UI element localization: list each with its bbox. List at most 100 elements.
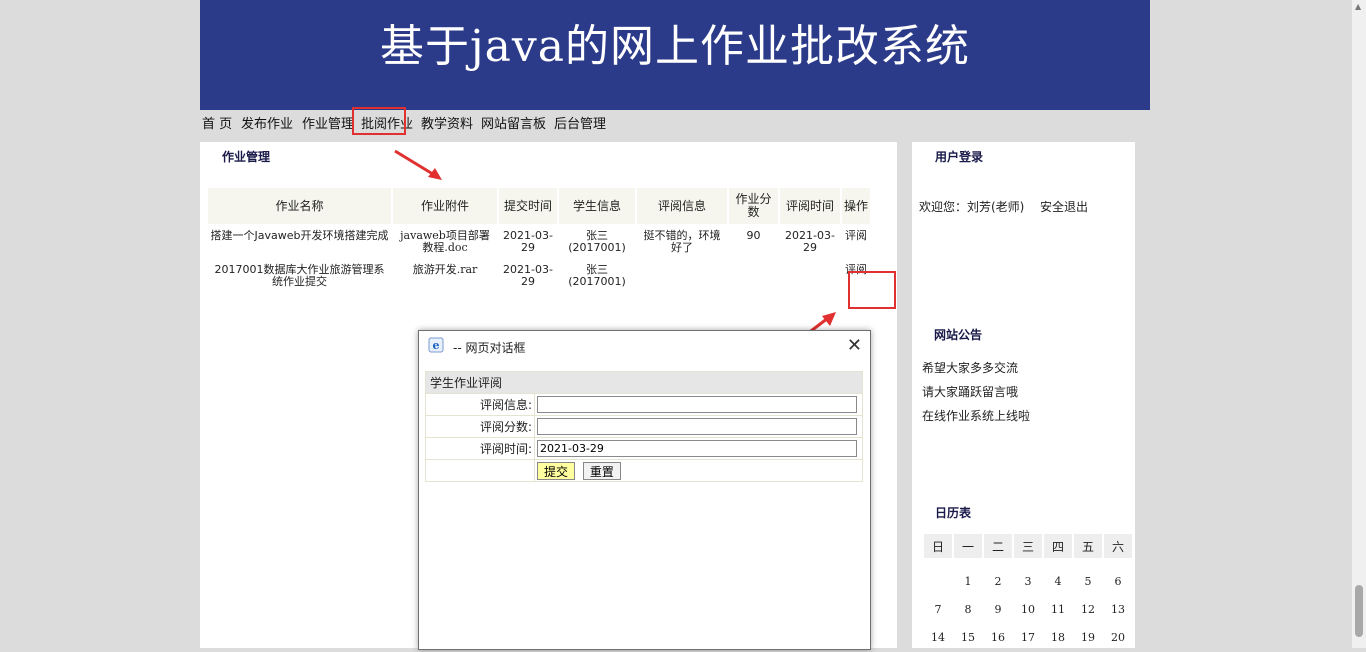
cell-name: 搭建一个Javaweb开发环境搭建完成 bbox=[210, 229, 389, 242]
review-time-input[interactable] bbox=[537, 440, 857, 457]
calendar-day: 9 bbox=[994, 602, 1002, 616]
cell-review-time: 2021-03-29 bbox=[785, 229, 835, 254]
cell-score bbox=[729, 260, 778, 292]
col-header-submit-time: 提交时间 bbox=[499, 188, 557, 224]
calendar-day: 12 bbox=[1081, 602, 1095, 616]
calendar-day: 18 bbox=[1051, 630, 1065, 644]
score-label: 评阅分数: bbox=[425, 415, 535, 438]
cell-student: 张三(2017001) bbox=[568, 263, 626, 288]
calendar-day: 17 bbox=[1021, 630, 1035, 644]
calendar-day: 11 bbox=[1051, 602, 1065, 616]
calendar-week-row: 14 15 16 17 18 19 20 bbox=[924, 624, 1132, 650]
notice-item[interactable]: 在线作业系统上线啦 bbox=[922, 407, 1030, 424]
col-header-attachment: 作业附件 bbox=[393, 188, 497, 224]
notice-item[interactable]: 希望大家多多交流 bbox=[922, 359, 1018, 376]
review-action-link[interactable]: 评阅 bbox=[842, 226, 870, 258]
calendar-day: 14 bbox=[931, 630, 945, 644]
weekday-label: 一 bbox=[954, 534, 982, 558]
col-header-student: 学生信息 bbox=[559, 188, 635, 224]
svg-text:e: e bbox=[433, 339, 440, 352]
notice-title: 网站公告 bbox=[934, 328, 983, 342]
calendar-day: 6 bbox=[1114, 574, 1122, 588]
calendar: 日 一 二 三 四 五 六 1 2 3 4 5 6 7 8 9 10 11 12… bbox=[922, 532, 1134, 652]
cell-submit-time: 2021-03-29 bbox=[503, 229, 553, 254]
calendar-day: 13 bbox=[1111, 602, 1125, 616]
notice-item[interactable]: 请大家踊跃留言哦 bbox=[922, 383, 1018, 400]
reset-button[interactable]: 重置 bbox=[582, 461, 621, 480]
review-info-input[interactable] bbox=[537, 396, 857, 413]
calendar-day: 20 bbox=[1111, 630, 1125, 644]
logout-link[interactable]: 安全退出 bbox=[1040, 198, 1088, 215]
nav-highlight-box bbox=[352, 107, 406, 135]
cell-submit-time: 2021-03-29 bbox=[503, 263, 553, 288]
main-nav: 首 页 发布作业 作业管理 批阅作业 教学资料 网站留言板 后台管理 bbox=[200, 107, 1150, 136]
col-header-review-time: 评阅时间 bbox=[780, 188, 840, 224]
cell-review-time bbox=[780, 260, 840, 292]
section-title-manage: 作业管理 bbox=[222, 150, 271, 164]
calendar-day: 19 bbox=[1081, 630, 1095, 644]
form-spacer bbox=[425, 459, 535, 482]
calendar-day: 1 bbox=[964, 574, 972, 588]
browser-icon: e bbox=[428, 337, 444, 353]
table-header-row: 作业名称 作业附件 提交时间 学生信息 评阅信息 作业分数 评阅时间 操作 bbox=[208, 188, 870, 224]
score-input[interactable] bbox=[537, 418, 857, 435]
close-icon[interactable]: ✕ bbox=[847, 335, 862, 356]
calendar-day: 7 bbox=[934, 602, 942, 616]
nav-item-home[interactable]: 首 页 bbox=[202, 114, 232, 136]
cell-review-info bbox=[637, 260, 727, 292]
submit-button[interactable]: 提交 bbox=[537, 461, 576, 480]
dialog-title: -- 网页对话框 bbox=[453, 341, 526, 355]
page-scrollbar[interactable]: ▲ bbox=[1352, 0, 1366, 648]
weekday-label: 二 bbox=[984, 534, 1012, 558]
scrollbar-thumb[interactable] bbox=[1355, 585, 1363, 637]
calendar-day: 3 bbox=[1024, 574, 1032, 588]
col-header-name: 作业名称 bbox=[208, 188, 391, 224]
cell-score: 90 bbox=[746, 229, 761, 242]
calendar-day: 15 bbox=[961, 630, 975, 644]
calendar-day: 5 bbox=[1084, 574, 1092, 588]
arrow-annotation-icon bbox=[394, 149, 442, 180]
site-banner: 基于java的网上作业批改系统 bbox=[200, 0, 1150, 110]
calendar-week-row: 7 8 9 10 11 12 13 bbox=[924, 596, 1132, 622]
calendar-day: 16 bbox=[991, 630, 1005, 644]
cell-name: 2017001数据库大作业旅游管理系统作业提交 bbox=[214, 263, 385, 288]
review-form: 学生作业评阅 评阅信息: 评阅分数: 评阅时间: 提交 重置 bbox=[425, 371, 863, 482]
review-dialog: e -- 网页对话框 ✕ 学生作业评阅 评阅信息: 评阅分数: 评阅时间: 提交… bbox=[418, 330, 871, 650]
homework-table: 作业名称 作业附件 提交时间 学生信息 评阅信息 作业分数 评阅时间 操作 搭建… bbox=[206, 186, 872, 294]
col-header-review-info: 评阅信息 bbox=[637, 188, 727, 224]
calendar-week-row: 1 2 3 4 5 6 bbox=[924, 568, 1132, 594]
welcome-text: 欢迎您：刘芳(老师) bbox=[919, 200, 1025, 214]
nav-item-publish[interactable]: 发布作业 bbox=[241, 114, 293, 136]
attachment-link[interactable]: 旅游开发.rar bbox=[393, 260, 497, 292]
dialog-titlebar[interactable]: e -- 网页对话框 ✕ bbox=[419, 331, 870, 361]
calendar-day bbox=[924, 568, 952, 594]
attachment-link[interactable]: javaweb项目部署教程.doc bbox=[393, 226, 497, 258]
nav-item-admin[interactable]: 后台管理 bbox=[554, 114, 606, 136]
nav-item-manage[interactable]: 作业管理 bbox=[302, 114, 354, 136]
nav-item-messages[interactable]: 网站留言板 bbox=[481, 114, 546, 136]
table-row: 搭建一个Javaweb开发环境搭建完成 javaweb项目部署教程.doc 20… bbox=[208, 226, 870, 258]
right-sidebar: 用户登录 欢迎您：刘芳(老师) 安全退出 网站公告 希望大家多多交流 请大家踊跃… bbox=[912, 142, 1135, 648]
calendar-weekday-row: 日 一 二 三 四 五 六 bbox=[924, 534, 1132, 558]
site-title: 基于java的网上作业批改系统 bbox=[380, 21, 970, 72]
review-info-label: 评阅信息: bbox=[425, 393, 535, 416]
col-header-score: 作业分数 bbox=[729, 188, 778, 224]
login-title: 用户登录 bbox=[935, 150, 984, 164]
cell-student: 张三(2017001) bbox=[568, 229, 626, 254]
calendar-title: 日历表 bbox=[935, 506, 972, 520]
calendar-day: 8 bbox=[964, 602, 972, 616]
weekday-label: 四 bbox=[1044, 534, 1072, 558]
calendar-day: 2 bbox=[994, 574, 1002, 588]
nav-item-materials[interactable]: 教学资料 bbox=[421, 114, 473, 136]
weekday-label: 日 bbox=[924, 534, 952, 558]
cell-review-info: 挺不错的，环境好了 bbox=[643, 229, 721, 254]
action-highlight-box bbox=[848, 271, 896, 309]
weekday-label: 三 bbox=[1014, 534, 1042, 558]
weekday-label: 六 bbox=[1104, 534, 1132, 558]
calendar-day: 10 bbox=[1021, 602, 1035, 616]
weekday-label: 五 bbox=[1074, 534, 1102, 558]
col-header-action: 操作 bbox=[842, 188, 870, 224]
form-title: 学生作业评阅 bbox=[425, 371, 863, 394]
review-time-label: 评阅时间: bbox=[425, 437, 535, 460]
scroll-up-icon[interactable]: ▲ bbox=[1355, 2, 1361, 11]
